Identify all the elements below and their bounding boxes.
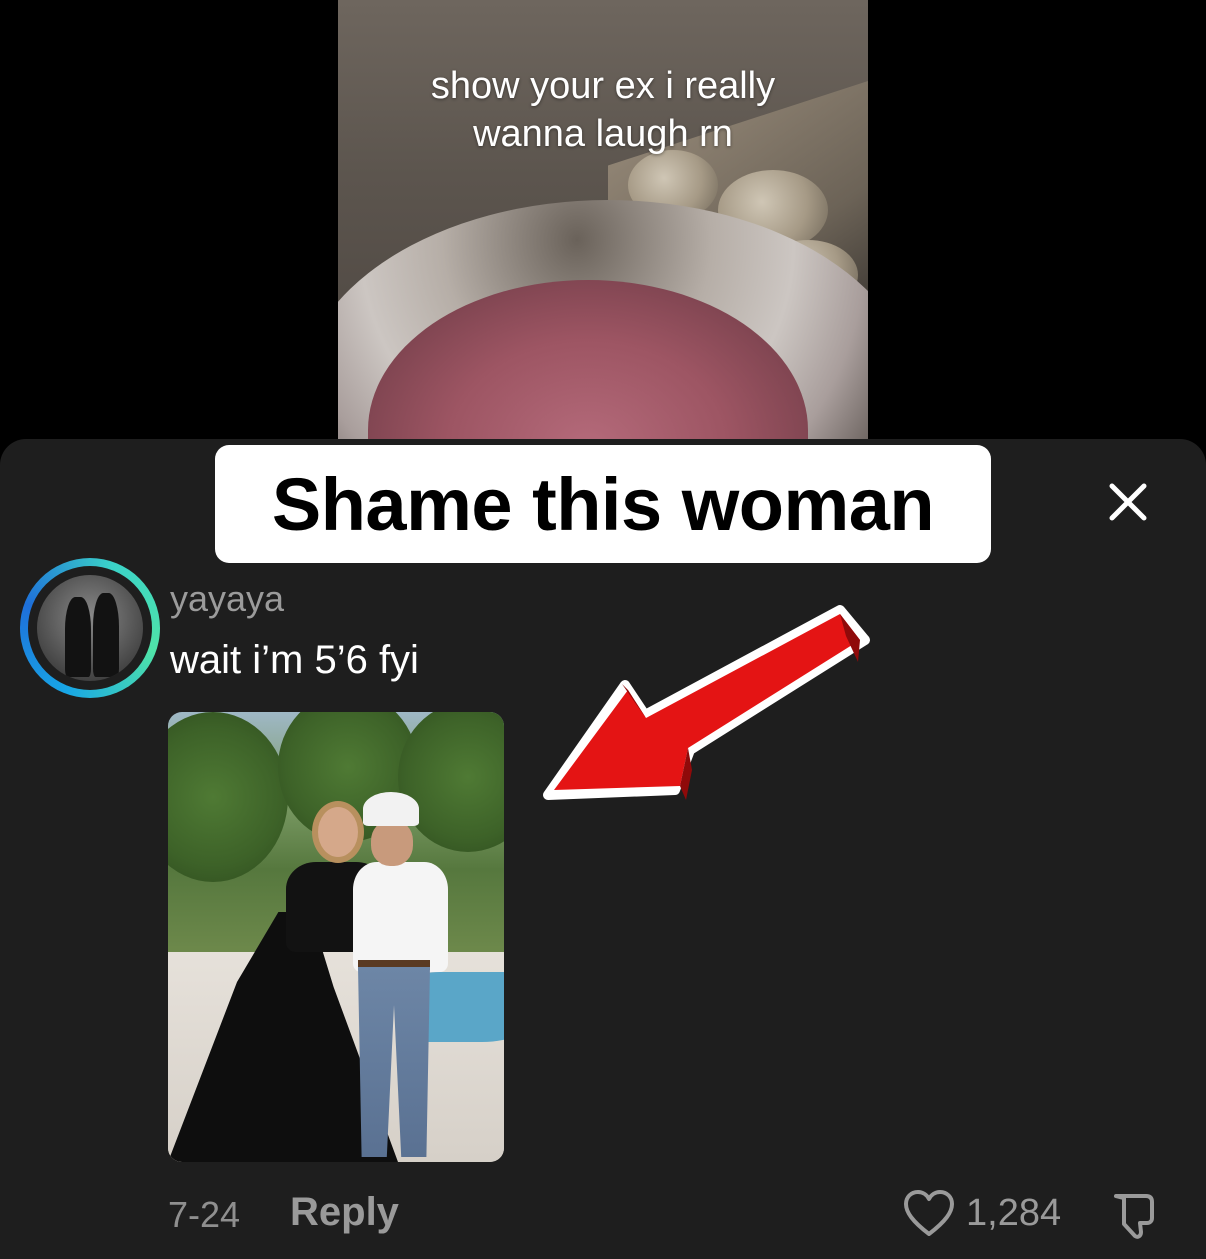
heart-icon [904,1190,954,1236]
video-caption: show your ex i really wanna laugh rn [338,62,868,158]
dislike-button[interactable] [1106,1188,1162,1244]
avatar-photo [37,575,143,681]
comment-username[interactable]: yayaya [170,578,284,620]
like-count: 1,284 [966,1191,1062,1234]
video-caption-line: show your ex i really [430,65,776,107]
avatar[interactable] [20,558,160,698]
video-caption-line: wanna laugh rn [473,113,733,155]
avatar-figure [65,597,91,677]
thumbs-down-icon [1114,1194,1154,1239]
like-button[interactable]: 1,284 [902,1188,1061,1238]
photo-boy-head [371,820,413,866]
comment-date: 7-24 [168,1194,241,1235]
video-preview[interactable]: show your ex i really wanna laugh rn [338,0,868,440]
photo-boy-shirt [353,862,448,972]
overlay-banner: Shame this woman [215,445,991,563]
photo-tree [398,712,504,852]
photo-boy-hat [363,792,419,826]
comment-photo[interactable] [168,712,504,1162]
photo-girl-head [318,807,358,857]
reply-button[interactable]: Reply [290,1190,399,1235]
close-button[interactable] [1100,474,1156,530]
photo-tree [168,712,288,882]
avatar-figure [93,593,119,677]
comment-text: wait i’m 5’6 fyi [170,638,419,682]
close-icon [1109,483,1147,521]
red-arrow-icon [543,605,870,800]
